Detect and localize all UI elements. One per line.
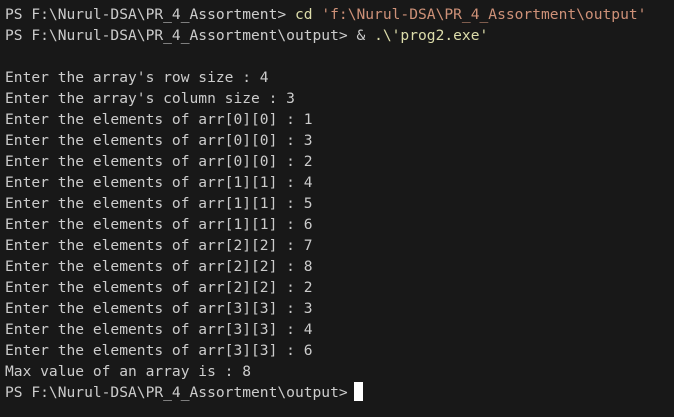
output-line: Enter the elements of arr[1][1] : 6 [5, 216, 313, 233]
output-line: Enter the elements of arr[0][0] : 3 [5, 132, 313, 149]
output-line: Enter the elements of arr[0][0] : 2 [5, 153, 313, 170]
output-line: Enter the array's column size : 3 [5, 90, 295, 107]
output-line: Enter the array's row size : 4 [5, 69, 269, 86]
prompt: PS F:\Nurul-DSA\PR_4_Assortment> [5, 6, 287, 23]
prompt: PS F:\Nurul-DSA\PR_4_Assortment\output> [5, 384, 348, 401]
output-line: Enter the elements of arr[2][2] : 2 [5, 279, 313, 296]
output-line: Enter the elements of arr[1][1] : 4 [5, 174, 313, 191]
output-line: Enter the elements of arr[2][2] : 8 [5, 258, 313, 275]
active-prompt-line[interactable]: PS F:\Nurul-DSA\PR_4_Assortment\output> [5, 382, 674, 403]
command-line-run: PS F:\Nurul-DSA\PR_4_Assortment\output> … [5, 25, 674, 46]
command-name: cd [294, 6, 313, 23]
text-cursor [353, 382, 363, 401]
terminal-panel[interactable]: PS F:\Nurul-DSA\PR_4_Assortment> cd 'f:\… [0, 0, 674, 417]
output-line: Enter the elements of arr[3][3] : 3 [5, 300, 313, 317]
command-argument: 'f:\Nurul-DSA\PR_4_Assortment\output' [321, 6, 647, 23]
executable-path: .\'prog2.exe' [374, 27, 489, 44]
prompt: PS F:\Nurul-DSA\PR_4_Assortment\output> [5, 27, 348, 44]
output-line: Max value of an array is : 8 [5, 363, 252, 380]
output-line: Enter the elements of arr[0][0] : 1 [5, 111, 313, 128]
call-operator: & [356, 27, 366, 44]
command-line-cd: PS F:\Nurul-DSA\PR_4_Assortment> cd 'f:\… [5, 4, 674, 25]
output-line: Enter the elements of arr[2][2] : 7 [5, 237, 313, 254]
output-line: Enter the elements of arr[1][1] : 5 [5, 195, 313, 212]
program-output: Enter the array's row size : 4 Enter the … [5, 67, 674, 382]
output-line: Enter the elements of arr[3][3] : 6 [5, 342, 313, 359]
output-line: Enter the elements of arr[3][3] : 4 [5, 321, 313, 338]
